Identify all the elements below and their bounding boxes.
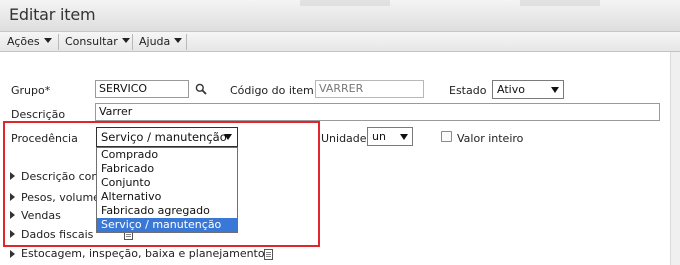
unidade-value: un [372,130,386,143]
procedencia-value: Serviço / manutenção [101,130,227,144]
expand-arrow-icon[interactable] [10,230,15,238]
grupo-label: Grupo* [11,84,51,97]
descricao-label: Descrição [11,108,66,121]
menu-consultar[interactable]: Consultar [59,32,130,52]
menu-ajuda[interactable]: Ajuda [133,32,183,52]
grupo-input[interactable]: SERVICO [95,80,189,98]
section-descricao-complementar[interactable]: Descrição com [21,170,102,183]
search-icon[interactable] [195,83,207,95]
codigo-item-input[interactable]: VARRER [315,80,424,98]
chevron-down-icon [43,38,52,43]
menu-acoes[interactable]: Ações [1,32,52,52]
chevron-down-icon [400,134,408,140]
procedencia-label: Procedência [11,132,78,145]
window-title: Editar item [9,5,96,24]
section-pesos-volume[interactable]: Pesos, volume [21,191,100,204]
menu-separator [186,34,187,50]
estado-value: Ativo [497,83,525,96]
section-vendas[interactable]: Vendas [21,209,61,222]
unidade-select[interactable]: un [367,127,413,146]
section-dados-fiscais[interactable]: Dados fiscais [21,228,93,241]
descricao-input[interactable]: Varrer [95,103,660,121]
procedencia-dropdown-list: Comprado Fabricado Conjunto Alternativo … [96,147,238,233]
background-ghost-strip [520,0,600,6]
menu-label: Consultar [65,35,118,48]
background-ghost-strip [300,0,390,6]
estado-select[interactable]: Ativo [492,80,564,99]
valor-inteiro-checkbox[interactable] [441,131,452,142]
procedencia-select[interactable]: Serviço / manutenção [96,127,238,147]
expand-arrow-icon[interactable] [10,211,15,219]
codigo-item-label: Código do item [230,84,314,97]
document-icon[interactable] [264,249,273,260]
expand-arrow-icon[interactable] [10,193,15,201]
estado-label: Estado [449,84,487,97]
window-titlebar: Editar item [0,0,680,32]
option-conjunto[interactable]: Conjunto [97,176,237,190]
valor-inteiro-label: Valor inteiro [457,132,524,145]
expand-arrow-icon[interactable] [10,172,15,180]
option-alternativo[interactable]: Alternativo [97,190,237,204]
section-estocagem[interactable]: Estocagem, inspeção, baixa e planejament… [21,247,265,260]
chevron-down-icon [224,134,232,140]
menubar: Ações Consultar Ajuda [0,32,680,52]
menu-label: Ações [7,35,40,48]
chevron-down-icon [174,38,183,43]
vertical-scrollbar[interactable] [670,52,680,265]
option-fabricado[interactable]: Fabricado [97,162,237,176]
chevron-down-icon [121,38,130,43]
menu-label: Ajuda [139,35,171,48]
option-fabricado-agregado[interactable]: Fabricado agregado [97,204,237,218]
option-comprado[interactable]: Comprado [97,148,237,162]
unidade-label: Unidade [321,132,367,145]
chevron-down-icon [551,87,559,93]
expand-arrow-icon[interactable] [10,250,15,258]
option-servico-manutencao[interactable]: Serviço / manutenção [97,218,237,232]
